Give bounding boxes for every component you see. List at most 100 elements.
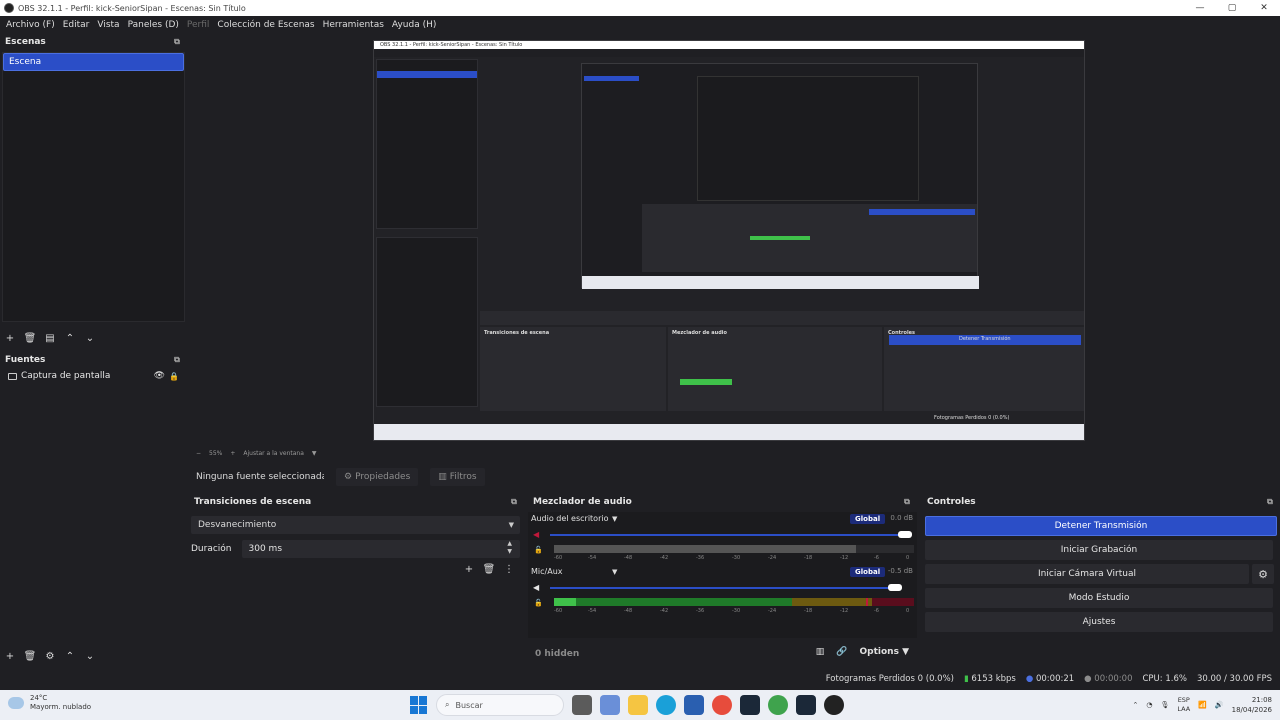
fit-window-label[interactable]: Ajustar a la ventana xyxy=(243,450,304,457)
stop-stream-button[interactable]: Detener Transmisión xyxy=(925,516,1277,536)
obs-logo-icon xyxy=(4,3,14,13)
language-indicator[interactable]: ESP LAA xyxy=(1177,696,1190,714)
scale-tick: -30 xyxy=(732,608,741,614)
scene-filters-icon[interactable]: ▤ xyxy=(45,333,55,344)
more-options-icon[interactable]: ⋮ xyxy=(504,564,514,575)
store-icon[interactable] xyxy=(684,695,704,715)
lock-icon[interactable]: 🔓 xyxy=(534,599,543,607)
filters-button[interactable]: ▥ Filtros xyxy=(430,468,485,486)
volume-slider-knob[interactable] xyxy=(898,531,912,538)
taskbar-search[interactable]: ⌕ Buscar xyxy=(436,694,564,716)
eye-icon[interactable]: 👁 xyxy=(154,371,165,381)
menu-docks[interactable]: Paneles (D) xyxy=(124,20,183,30)
volume-slider[interactable] xyxy=(550,534,900,536)
source-settings-icon[interactable]: ⚙ xyxy=(45,651,55,662)
scale-tick: 0 xyxy=(906,608,910,614)
layout-toggle-icon[interactable]: ▥ xyxy=(816,647,825,657)
chevron-down-icon[interactable]: ▼ xyxy=(612,568,617,576)
chevron-down-icon[interactable]: ▼ xyxy=(312,450,317,457)
edge-icon[interactable] xyxy=(656,695,676,715)
transition-select[interactable]: Desvanecimiento ▼ xyxy=(191,516,520,534)
undock-icon[interactable]: ⧉ xyxy=(172,37,182,47)
weather-widget[interactable]: 24°C Mayorm. nublado xyxy=(8,694,91,712)
zoom-out-icon[interactable]: − xyxy=(196,450,201,457)
close-button[interactable]: ✕ xyxy=(1248,0,1280,16)
speaker-icon[interactable]: ◀ xyxy=(533,583,539,592)
mic-icon[interactable]: 🎙 xyxy=(1160,701,1169,709)
clock[interactable]: 21:08 18/04/2026 xyxy=(1232,695,1272,715)
duration-value: 300 ms xyxy=(248,544,283,554)
menu-file[interactable]: Archivo (F) xyxy=(2,20,59,30)
file-explorer-icon[interactable] xyxy=(628,695,648,715)
undock-icon[interactable]: ⧉ xyxy=(509,497,519,507)
settings-button[interactable]: Ajustes xyxy=(925,612,1273,632)
meter-warn xyxy=(792,598,872,606)
obs-taskbar-icon[interactable] xyxy=(824,695,844,715)
add-source-icon[interactable]: + xyxy=(5,651,15,662)
undock-icon[interactable]: ⧉ xyxy=(902,497,912,507)
chrome-icon[interactable] xyxy=(712,695,732,715)
mixer-title: Mezclador de audio xyxy=(533,497,632,507)
remove-transition-icon[interactable]: 🗑 xyxy=(483,564,496,575)
lock-icon[interactable]: 🔓 xyxy=(534,546,543,554)
start-recording-button[interactable]: Iniciar Grabación xyxy=(925,540,1273,560)
virtual-camera-settings-icon[interactable]: ⚙ xyxy=(1252,564,1274,584)
menu-edit[interactable]: Editar xyxy=(59,20,94,30)
wifi-icon[interactable]: 📶 xyxy=(1198,701,1207,709)
add-transition-icon[interactable]: + xyxy=(464,564,474,575)
menu-view[interactable]: Vista xyxy=(93,20,123,30)
widgets-icon[interactable] xyxy=(600,695,620,715)
scene-item[interactable]: Escena xyxy=(3,53,184,71)
network-icon[interactable]: ◔ xyxy=(1146,701,1152,709)
menu-tools[interactable]: Herramientas xyxy=(319,20,388,30)
move-down-icon[interactable]: ⌄ xyxy=(85,651,95,662)
preview-mixer xyxy=(668,327,882,411)
scale-tick: -18 xyxy=(804,555,813,561)
zoom-in-icon[interactable]: + xyxy=(230,450,235,457)
options-button[interactable]: Options ▼ xyxy=(860,647,910,657)
chevron-down-icon[interactable]: ▼ xyxy=(612,515,617,523)
move-up-icon[interactable]: ⌃ xyxy=(65,651,75,662)
steam-2-icon[interactable] xyxy=(796,695,816,715)
lock-icon[interactable]: 🔒 xyxy=(169,372,179,381)
scale-tick: -42 xyxy=(660,608,669,614)
virtual-camera-button[interactable]: Iniciar Cámara Virtual xyxy=(925,564,1249,584)
scale-tick: -42 xyxy=(660,555,669,561)
volume-icon[interactable]: 🔊 xyxy=(1215,701,1224,709)
speaker-muted-icon[interactable]: ◀ xyxy=(533,530,539,539)
properties-button[interactable]: ⚙ Propiedades xyxy=(336,468,419,486)
chevron-down-icon: ▼ xyxy=(902,647,909,657)
volume-slider-knob[interactable] xyxy=(888,584,902,591)
menu-bar: Archivo (F) Editar Vista Paneles (D) Per… xyxy=(0,16,1280,33)
menu-help[interactable]: Ayuda (H) xyxy=(388,20,440,30)
preview-canvas[interactable]: OBS 32.1.1 - Perfil: kick-SeniorSipan - … xyxy=(373,40,1085,441)
meter-clip xyxy=(872,598,914,606)
steam-icon[interactable] xyxy=(740,695,760,715)
remove-source-icon[interactable]: 🗑 xyxy=(24,651,37,662)
source-item[interactable]: Captura de pantalla 👁 🔒 xyxy=(0,368,187,384)
volume-slider[interactable] xyxy=(550,587,890,589)
task-view-icon[interactable] xyxy=(572,695,592,715)
chevron-up-icon[interactable]: ⌃ xyxy=(1132,701,1138,709)
transitions-title: Transiciones de escena xyxy=(194,497,312,507)
studio-mode-button[interactable]: Modo Estudio xyxy=(925,588,1273,608)
options-label: Options xyxy=(859,647,899,657)
move-up-icon[interactable]: ⌃ xyxy=(65,333,75,344)
preview-area[interactable]: OBS 32.1.1 - Perfil: kick-SeniorSipan - … xyxy=(191,34,1280,446)
add-scene-icon[interactable]: + xyxy=(5,333,15,344)
minimize-button[interactable]: — xyxy=(1184,0,1216,16)
chrome-profile-icon[interactable] xyxy=(768,695,788,715)
window-controls: — ▢ ✕ xyxy=(1184,0,1280,16)
maximize-button[interactable]: ▢ xyxy=(1216,0,1248,16)
undock-icon[interactable]: ⧉ xyxy=(1265,497,1275,507)
hidden-count[interactable]: 0 hidden xyxy=(535,649,579,659)
undock-icon[interactable]: ⧉ xyxy=(172,355,182,365)
menu-scene-collection[interactable]: Colección de Escenas xyxy=(213,20,318,30)
windows-start-icon[interactable] xyxy=(410,696,428,714)
spin-arrows-icon[interactable]: ▲ ▼ xyxy=(507,540,512,556)
menu-profile[interactable]: Perfil xyxy=(183,20,214,30)
remove-scene-icon[interactable]: 🗑 xyxy=(24,333,37,344)
move-down-icon[interactable]: ⌄ xyxy=(85,333,95,344)
link-icon[interactable]: 🔗 xyxy=(836,647,847,657)
duration-input[interactable]: 300 ms ▲ ▼ xyxy=(241,540,520,558)
